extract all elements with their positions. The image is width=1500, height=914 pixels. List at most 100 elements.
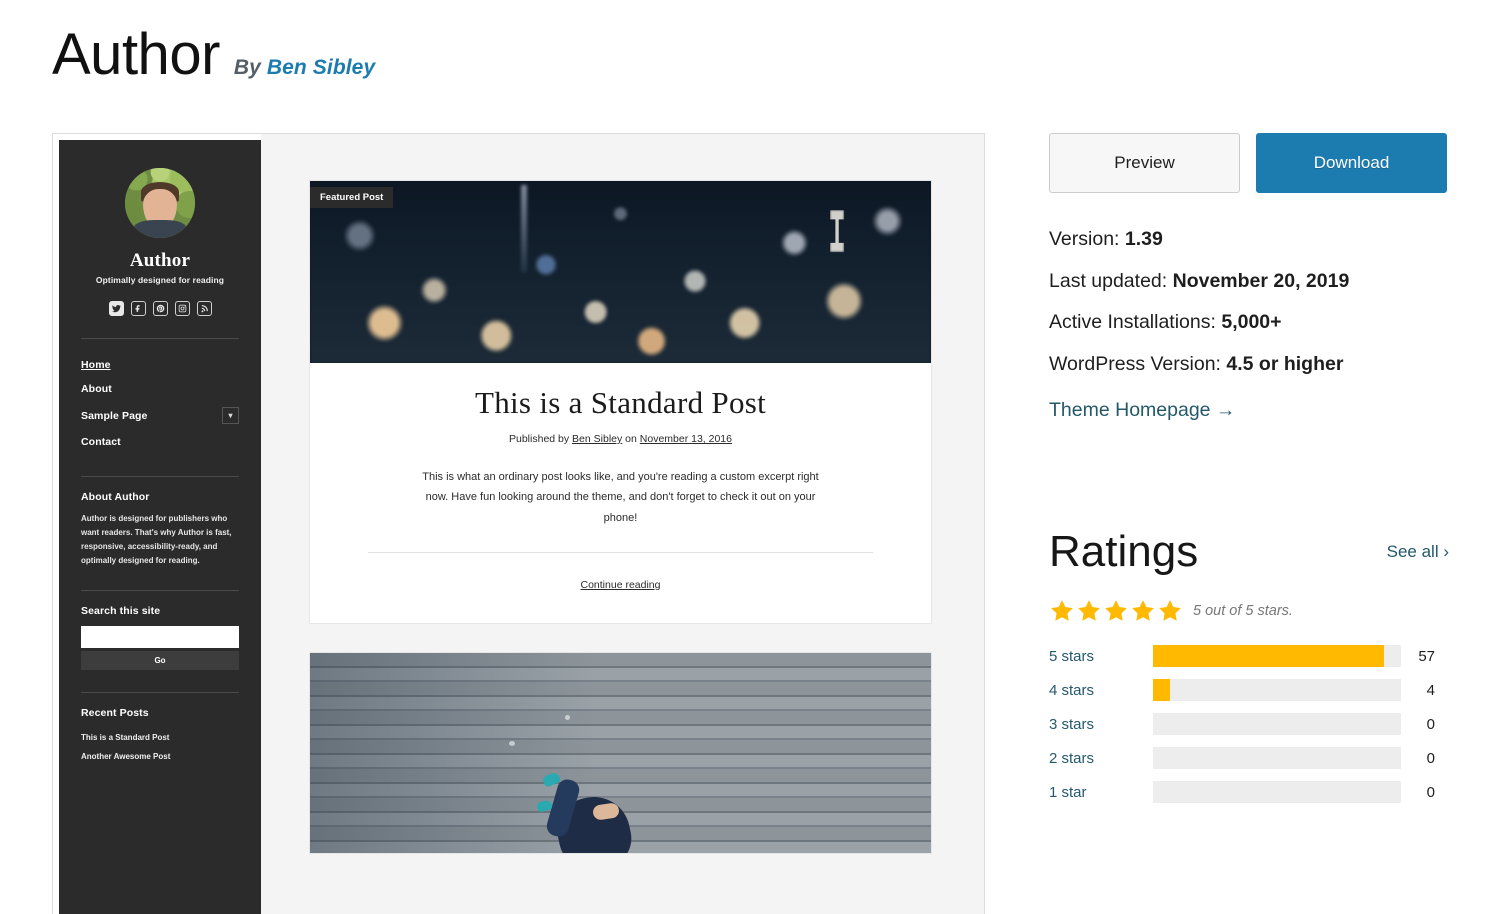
rss-icon[interactable] — [196, 301, 212, 316]
rating-label-4[interactable]: 4 stars — [1049, 682, 1153, 699]
rating-count-5: 57 — [1418, 647, 1435, 665]
theme-sidebar: Author Optimally designed for reading Ho… — [59, 140, 261, 914]
theme-info-rail: Preview Download Version: 1.39 Last upda… — [1049, 133, 1449, 814]
rating-row-1: 1 star 0 — [1049, 780, 1449, 804]
about-author-title: About Author — [81, 491, 150, 503]
recent-posts-widget: Recent Posts This is a Standard Post Ano… — [81, 707, 239, 766]
featured-post-card[interactable]: Featured Post This is a Standard Post Pu… — [309, 180, 932, 625]
pinterest-icon[interactable] — [152, 301, 168, 316]
post-featured-image: Featured Post — [310, 181, 931, 363]
author-link[interactable]: Ben Sibley — [267, 56, 375, 79]
rating-bar-track-3 — [1153, 713, 1401, 735]
rating-count-4: 4 — [1426, 681, 1435, 699]
rating-count-2: 0 — [1426, 749, 1435, 767]
sidebar-item-label: Contact — [81, 436, 121, 448]
post-meta: Published by Ben Sibley on November 13, … — [356, 433, 885, 445]
meta-row-active-installations: Active Installations: 5,000+ — [1049, 302, 1449, 344]
post-image-tower — [521, 184, 528, 272]
meta-value: 5,000+ — [1221, 311, 1282, 333]
sidebar-item-contact[interactable]: Contact — [81, 430, 239, 454]
rating-row-3: 3 stars 0 — [1049, 712, 1449, 736]
sidebar-item-about[interactable]: About — [81, 377, 239, 401]
recent-posts-title: Recent Posts — [81, 707, 149, 719]
rating-bar-track-5 — [1153, 645, 1401, 667]
meta-row-last-updated: Last updated: November 20, 2019 — [1049, 261, 1449, 303]
search-go-button[interactable]: Go — [81, 651, 239, 670]
rating-bar-fill-4 — [1153, 679, 1171, 701]
see-all-ratings-link[interactable]: See all › — [1387, 542, 1449, 562]
star-icon — [1105, 600, 1127, 621]
post-body: This is a Standard Post Published by Ben… — [310, 363, 931, 623]
post-image-bokeh — [310, 181, 931, 363]
rating-label-1[interactable]: 1 star — [1049, 784, 1153, 801]
meta-label: Active Installations: — [1049, 311, 1216, 333]
meta-row-version: Version: 1.39 — [1049, 219, 1449, 261]
list-item[interactable]: This is a Standard Post — [81, 728, 239, 747]
rating-label-3[interactable]: 3 stars — [1049, 716, 1153, 733]
star-icon — [1051, 600, 1073, 621]
preview-button[interactable]: Preview — [1049, 133, 1240, 193]
search-widget: Search this site Go — [81, 605, 239, 670]
sidebar-divider-2 — [81, 476, 239, 477]
download-button[interactable]: Download — [1256, 133, 1447, 193]
ratings-section: Ratings See all › 5 out of 5 stars. 5 st… — [1049, 530, 1449, 804]
second-post-card[interactable] — [309, 652, 932, 855]
post-title[interactable]: This is a Standard Post — [356, 385, 885, 421]
instagram-icon[interactable] — [174, 301, 190, 316]
search-input[interactable] — [81, 626, 239, 648]
post-date-link[interactable]: November 13, 2016 — [640, 433, 732, 445]
star-rating — [1049, 598, 1183, 624]
ratings-title: Ratings — [1049, 527, 1199, 576]
page-title: Author — [52, 22, 220, 87]
rating-count-3: 0 — [1426, 715, 1435, 733]
avatar-shirt — [134, 220, 186, 238]
sidebar-item-label: About — [81, 383, 112, 395]
meta-label: WordPress Version: — [1049, 352, 1221, 375]
rating-row-2: 2 stars 0 — [1049, 746, 1449, 770]
sidebar-divider-3 — [81, 590, 239, 591]
post-author-link[interactable]: Ben Sibley — [572, 433, 622, 445]
theme-homepage-link[interactable]: Theme Homepage → — [1049, 399, 1235, 422]
ratings-header: Ratings See all › — [1049, 530, 1449, 574]
meta-value: 1.39 — [1124, 228, 1163, 250]
facebook-icon[interactable] — [130, 301, 146, 316]
chevron-down-icon[interactable]: ▾ — [222, 407, 239, 424]
rating-row-5: 5 stars 57 — [1049, 644, 1449, 668]
theme-content-column: Featured Post This is a Standard Post Pu… — [261, 134, 984, 914]
star-icon — [1159, 600, 1181, 621]
rating-breakdown: 5 stars 57 4 stars 4 3 stars 0 2 stars 0… — [1049, 644, 1449, 804]
sidebar-item-home[interactable]: Home — [81, 353, 239, 377]
avatar — [125, 168, 195, 238]
preview-site-name: Author — [129, 250, 191, 271]
star-icon — [1132, 600, 1154, 621]
social-links — [81, 301, 239, 316]
post-meta-middle: on — [622, 433, 640, 445]
meta-label: Last updated: — [1049, 269, 1168, 292]
second-post-image — [310, 653, 931, 854]
sidebar-item-sample-page[interactable]: Sample Page ▾ — [81, 401, 239, 430]
post-divider — [368, 552, 873, 554]
deck-spot — [508, 741, 515, 747]
sidebar-divider-1 — [81, 338, 239, 339]
continue-reading-link[interactable]: Continue reading — [581, 579, 661, 591]
star-icon — [1078, 600, 1100, 621]
meta-value: 4.5 or higher — [1226, 352, 1344, 375]
twitter-icon[interactable] — [108, 301, 124, 316]
avatar-wrapper — [81, 168, 239, 238]
list-item[interactable]: Another Awesome Post — [81, 747, 239, 766]
meta-value: November 20, 2019 — [1172, 269, 1350, 292]
theme-meta-list: Version: 1.39 Last updated: November 20,… — [1049, 219, 1449, 422]
search-widget-title: Search this site — [81, 605, 161, 617]
recent-posts-list: This is a Standard Post Another Awesome … — [81, 728, 239, 766]
deck-spot — [564, 715, 570, 721]
theme-preview-frame[interactable]: Author Optimally designed for reading Ho… — [52, 133, 985, 914]
preview-site-tagline: Optimally designed for reading — [95, 275, 225, 285]
average-rating-row: 5 out of 5 stars. — [1049, 598, 1449, 624]
byline-by-label: By — [233, 56, 261, 79]
post-meta-prefix: Published by — [509, 433, 573, 445]
action-buttons: Preview Download — [1049, 133, 1449, 193]
rating-label-2[interactable]: 2 stars — [1049, 750, 1153, 767]
rating-summary-text: 5 out of 5 stars. — [1193, 603, 1293, 619]
rating-label-5[interactable]: 5 stars — [1049, 648, 1153, 665]
rating-bar-fill-5 — [1153, 645, 1384, 667]
